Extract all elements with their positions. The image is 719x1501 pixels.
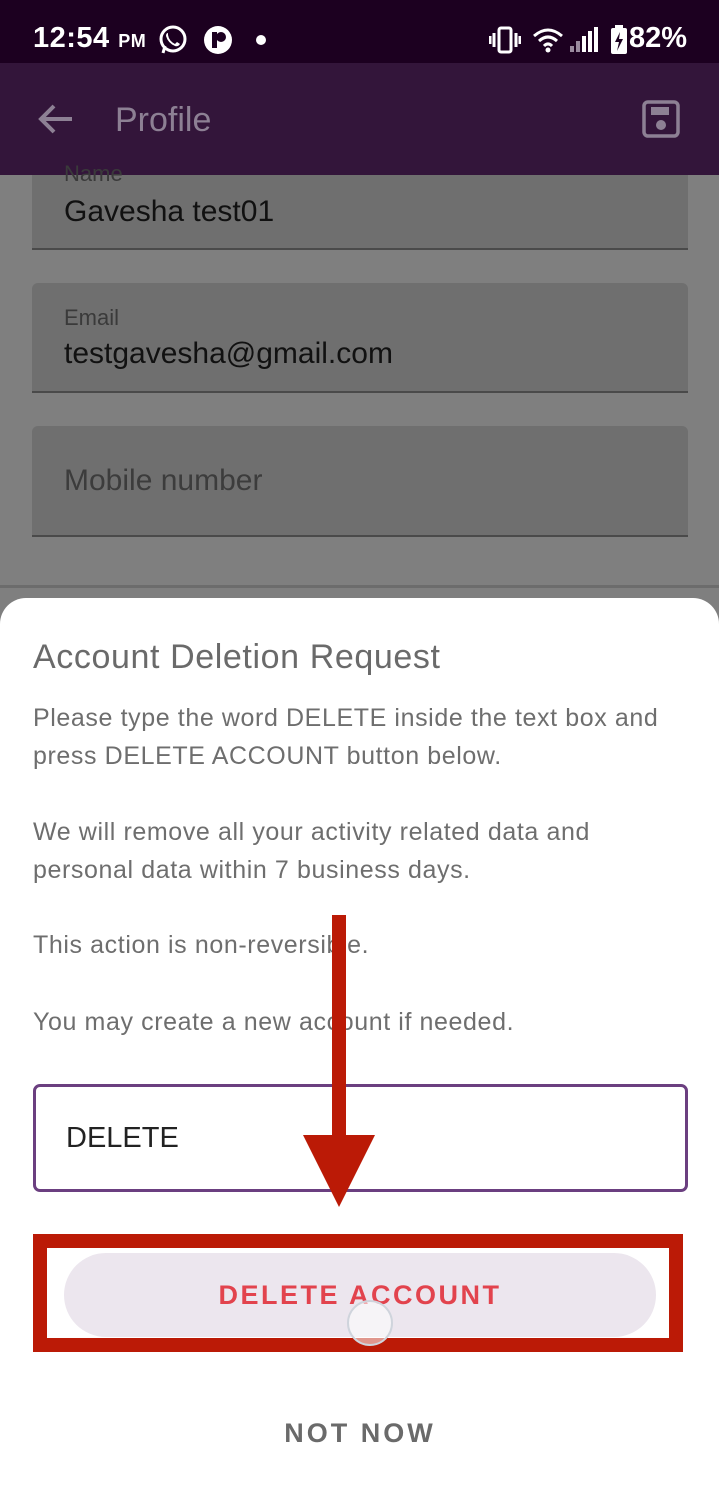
not-now-button[interactable]: NOT NOW [200, 1408, 520, 1458]
vibrate-icon [489, 26, 521, 54]
dialog-removal-notice: We will remove all your activity related… [33, 818, 590, 884]
mobile-number-placeholder: Mobile number [64, 464, 263, 497]
email-field[interactable]: Email testgavesha@gmail.com [32, 283, 688, 393]
dot-icon [256, 35, 266, 45]
email-field-label: Email [64, 305, 120, 330]
signal-icon [570, 27, 598, 52]
form-divider [0, 585, 719, 588]
status-time: 12:54 PM [33, 22, 146, 55]
dialog-title: Account Deletion Request [33, 638, 441, 676]
battery-charging-icon [611, 25, 627, 54]
name-field[interactable]: Name Gavesha test01 [32, 161, 688, 250]
delete-confirm-input[interactable] [33, 1084, 688, 1192]
dialog-irreversible-notice: This action is non-reversible. [33, 931, 370, 959]
dialog-instruction: Please type the word DELETE inside the t… [33, 704, 659, 770]
battery-percentage: 82% [628, 22, 687, 54]
status-bar: 12:54 PM 82% [0, 0, 719, 63]
account-deletion-sheet: Account Deletion Request Please type the… [0, 598, 719, 1501]
app-bar: Profile [0, 63, 719, 175]
status-time-value: 12:54 [33, 22, 110, 54]
whatsapp-icon [159, 25, 187, 54]
touch-indicator [347, 1300, 393, 1346]
name-field-label: Name [64, 161, 123, 186]
email-field-value: testgavesha@gmail.com [64, 337, 393, 370]
mobile-number-field[interactable]: Mobile number [32, 426, 688, 537]
wifi-icon [533, 28, 563, 53]
save-icon[interactable] [641, 99, 681, 139]
page-title: Profile [115, 101, 212, 139]
status-ampm: PM [118, 31, 147, 51]
app-notification-icon [204, 26, 232, 54]
name-field-value: Gavesha test01 [64, 195, 275, 228]
dialog-new-account-notice: You may create a new account if needed. [33, 1008, 515, 1036]
back-arrow-icon[interactable] [36, 99, 76, 139]
